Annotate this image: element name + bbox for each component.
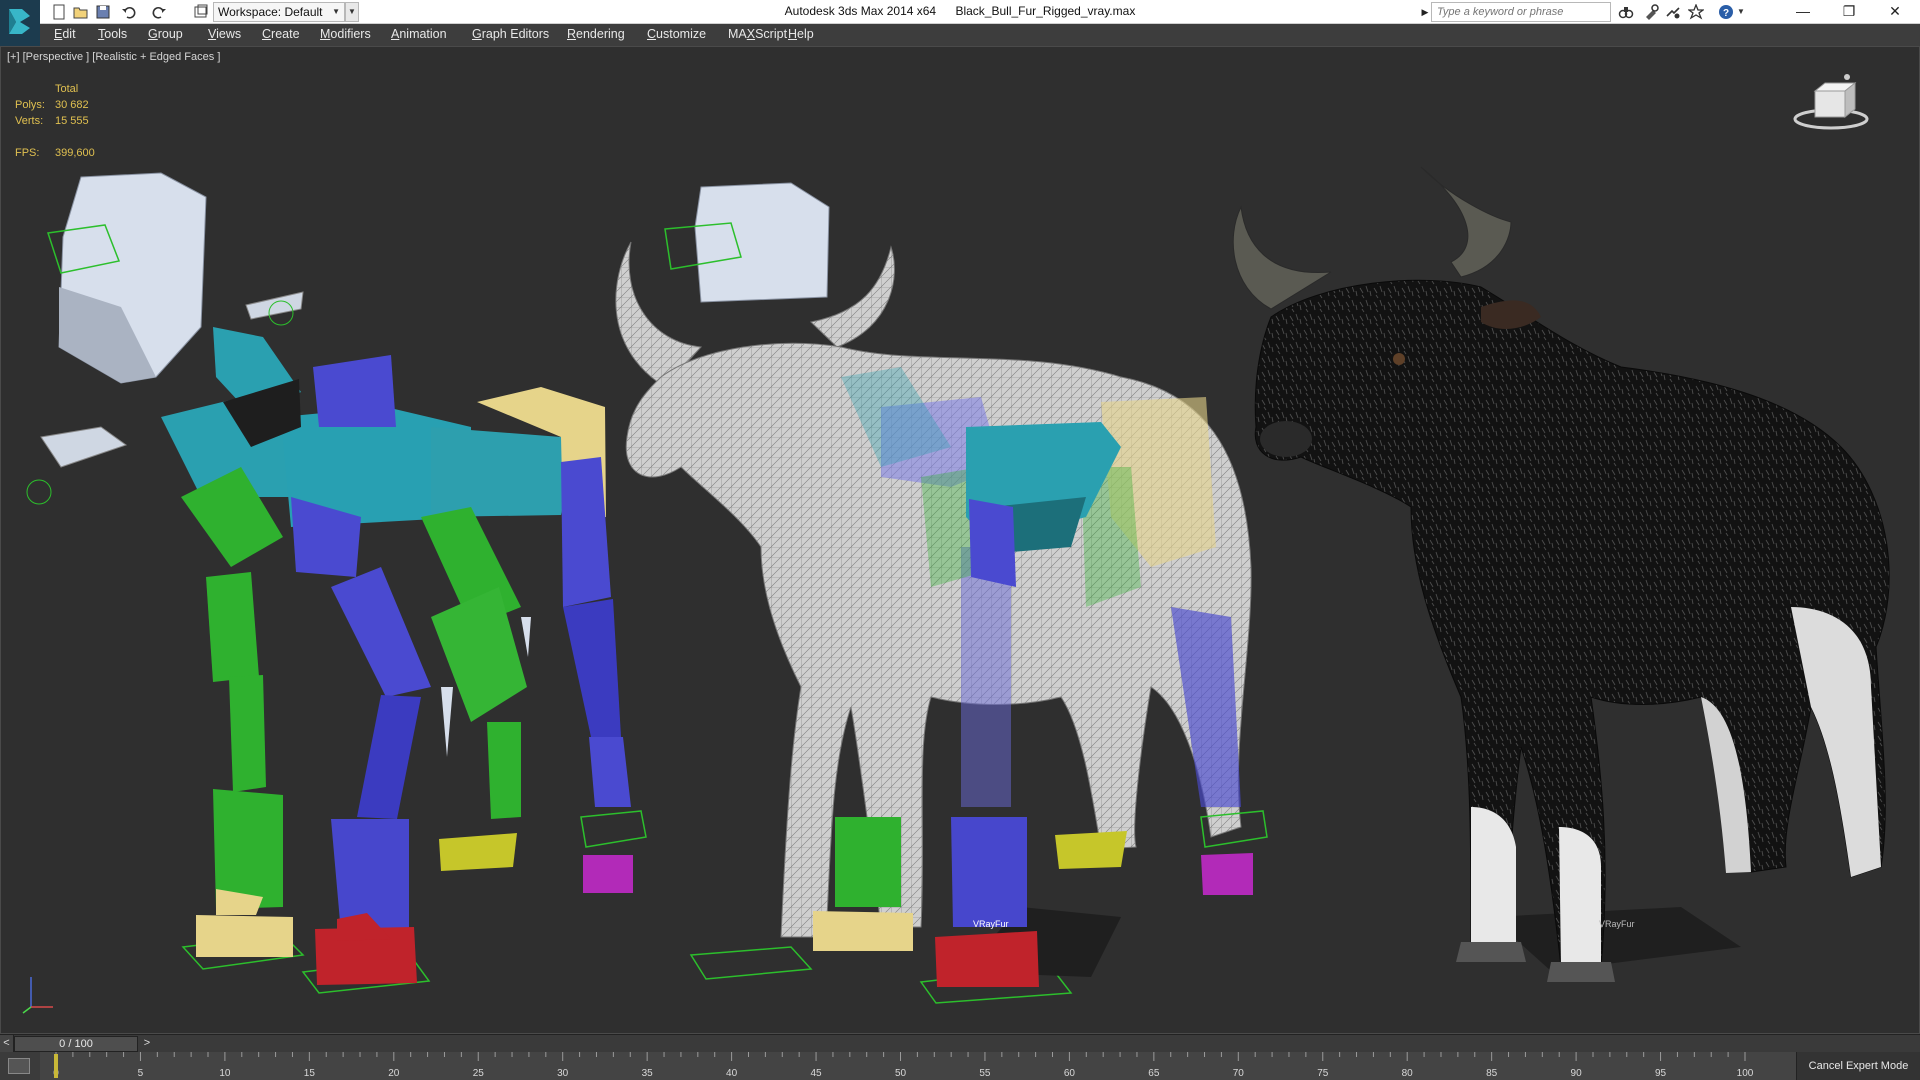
current-frame-marker[interactable] (54, 1054, 58, 1078)
viewport-label[interactable]: [+] [Perspective ] [Realistic + Edged Fa… (7, 51, 220, 63)
open-file-icon[interactable] (70, 2, 92, 22)
menu-group[interactable]: Group (148, 27, 183, 41)
chevron-down-icon: ▼ (332, 7, 340, 16)
undo-icon[interactable] (118, 2, 140, 22)
polys-count: 30 682 (55, 99, 89, 111)
timeline-tick-label: 70 (1233, 1068, 1245, 1079)
workspace-menu-button[interactable]: ▼ (345, 2, 359, 22)
search-input[interactable] (1431, 2, 1611, 22)
fps-label: FPS: (15, 147, 40, 159)
binoculars-icon[interactable] (1615, 2, 1637, 22)
bull-wireframe-mesh[interactable]: VRayFur (615, 182, 1268, 1004)
workspace-label: Workspace: Default (218, 5, 323, 19)
title-bar: Workspace: Default ▼ ▼ Autodesk 3ds Max … (0, 0, 1920, 24)
bull-rig-bones[interactable] (26, 172, 647, 994)
menu-bar: Edit Tools Group Views Create Modifiers Animat… (40, 24, 1920, 46)
timeline-tick-label: 60 (1064, 1068, 1076, 1079)
redo-icon[interactable] (148, 2, 170, 22)
time-slider-bar: < 0 / 100 > (0, 1034, 1920, 1053)
menu-modifiers[interactable]: Modifiers (320, 27, 371, 41)
menu-rendering[interactable]: Rendering (567, 27, 625, 41)
timeline-tick-label: 25 (473, 1068, 485, 1079)
communication-center-icon[interactable] (1662, 2, 1684, 22)
menu-animation[interactable]: Animation (391, 27, 447, 41)
timeline-tick-label: 5 (138, 1068, 144, 1079)
close-button[interactable]: ✕ (1872, 0, 1918, 24)
timeline-tick-label: 35 (642, 1068, 654, 1079)
verts-count: 15 555 (55, 115, 89, 127)
vrayfur-label-2: VRayFur (1599, 919, 1635, 929)
timeline-tick-label: 95 (1655, 1068, 1667, 1079)
stats-header: Total (55, 83, 79, 95)
timeline-tick-label: 30 (557, 1068, 569, 1079)
timeline-tick-label: 20 (388, 1068, 400, 1079)
fps-value: 399,600 (55, 147, 95, 159)
menu-edit[interactable]: Edit (54, 27, 76, 41)
bull-fur-render[interactable]: VRayFur (1232, 166, 1890, 982)
search-expand-icon[interactable]: ▶ (1419, 2, 1431, 22)
save-file-icon[interactable] (92, 2, 114, 22)
svg-text:?: ? (1723, 8, 1729, 19)
timeline-tick-label: 55 (979, 1068, 991, 1079)
project-folder-icon[interactable] (190, 2, 212, 22)
perspective-viewport[interactable]: VRayFur VRayFur [+] [Perspective] [Real… (0, 46, 1920, 1034)
help-icon[interactable]: ? (1715, 2, 1737, 22)
favorites-star-icon[interactable] (1685, 2, 1707, 22)
menu-views[interactable]: Views (208, 27, 241, 41)
app-logo-icon[interactable] (0, 0, 40, 46)
timeline-tick-label: 10 (219, 1068, 231, 1079)
timeline-tick-label: 50 (895, 1068, 907, 1079)
minimize-button[interactable]: — (1780, 0, 1826, 24)
file-name: Black_Bull_Fur_Rigged_vray.max (955, 4, 1136, 18)
timeline-tick-label: 80 (1402, 1068, 1414, 1079)
time-slider[interactable]: 0 / 100 (14, 1036, 138, 1052)
timeline-ruler[interactable]: 0510152025303540455055606570758085909510… (40, 1052, 1800, 1080)
verts-label: Verts: (15, 115, 44, 127)
menu-create[interactable]: Create (262, 27, 300, 41)
timeline-tick-label: 75 (1317, 1068, 1329, 1079)
new-file-icon[interactable] (48, 2, 70, 22)
app-title: Autodesk 3ds Max 2014 x64 (784, 4, 937, 18)
menu-maxscript[interactable]: MAXScript (728, 27, 787, 41)
timeline-tick-label: 45 (810, 1068, 822, 1079)
scene-canvas[interactable]: VRayFur VRayFur (1, 47, 1920, 1034)
help-dropdown-icon[interactable]: ▼ (1735, 2, 1747, 22)
timeline-tick-label: 85 (1486, 1068, 1498, 1079)
menu-graph-editors[interactable]: Graph Editors (472, 27, 549, 41)
menu-tools[interactable]: Tools (98, 27, 127, 41)
home-icon (1844, 74, 1850, 80)
curve-editor-icon[interactable] (8, 1058, 30, 1074)
menu-help[interactable]: Help (788, 27, 814, 41)
vrayfur-label: VRayFur (973, 919, 1009, 929)
workspace-dropdown[interactable]: Workspace: Default ▼ (213, 2, 345, 22)
viewport-statistics: Total Polys: 30 682 Verts: 15 555 FPS: 399,… (15, 81, 95, 161)
cancel-expert-mode-button[interactable]: Cancel Expert Mode (1796, 1052, 1920, 1080)
timeline-tick-label: 100 (1737, 1068, 1754, 1079)
timeline-tick-label: 90 (1571, 1068, 1583, 1079)
next-frame-button[interactable]: > (140, 1035, 154, 1053)
timeline-tick-label: 40 (726, 1068, 738, 1079)
timeline-tick-label: 65 (1148, 1068, 1160, 1079)
restore-button[interactable]: ❐ (1826, 0, 1872, 24)
axis-gizmo (22, 977, 53, 1014)
previous-frame-button[interactable]: < (0, 1035, 14, 1053)
menu-customize[interactable]: Customize (647, 27, 706, 41)
timeline-tick-label: 15 (304, 1068, 316, 1079)
track-bar: 0510152025303540455055606570758085909510… (0, 1052, 1920, 1080)
subscription-icon[interactable] (1640, 2, 1662, 22)
viewcube[interactable] (1791, 69, 1871, 138)
polys-label: Polys: (15, 99, 45, 111)
